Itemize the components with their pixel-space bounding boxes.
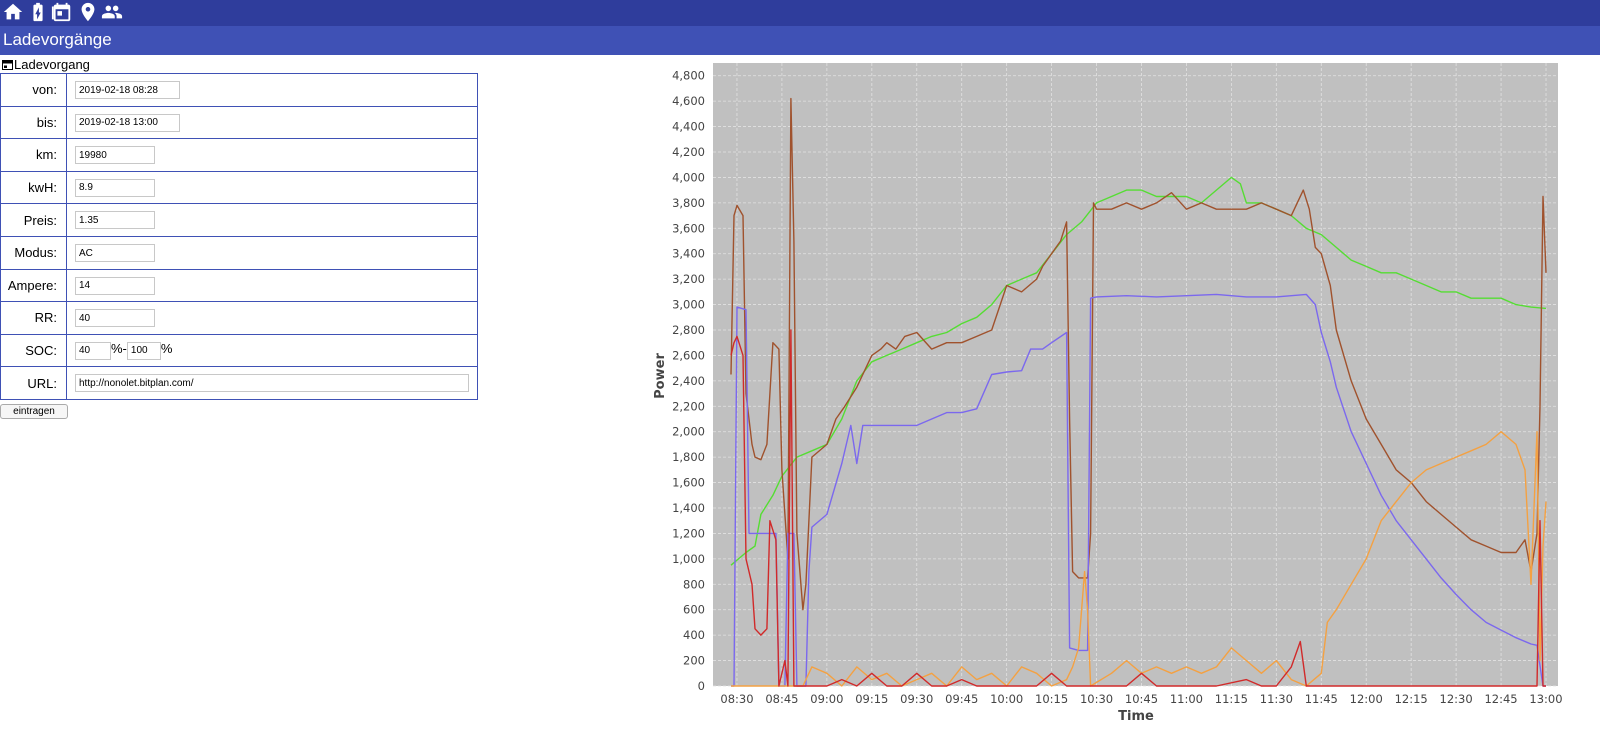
x-tick-label: 08:30 [720, 692, 753, 706]
section-label: Ladevorgang [14, 57, 90, 72]
people-icon[interactable] [101, 1, 123, 23]
x-tick-label: 10:00 [990, 692, 1023, 706]
modus-input[interactable] [75, 244, 155, 263]
y-tick-label: 2,000 [672, 425, 705, 439]
form-row-bis: bis: [0, 105, 478, 140]
y-tick-labels: 0 200 400 600 800 1,000 1,200 1,400 1,600 1,800 2,… [672, 69, 705, 693]
x-tick-label: 11:45 [1305, 692, 1338, 706]
x-tick-label: 12:30 [1440, 692, 1473, 706]
y-tick-label: 3,000 [672, 298, 705, 312]
form-row-km: km: [0, 138, 478, 172]
y-tick-label: 4,400 [672, 120, 705, 134]
ampere-input[interactable] [75, 276, 155, 295]
home-icon[interactable] [2, 1, 24, 23]
km-label: km: [0, 138, 67, 172]
form-row-soc: SOC: %-% [0, 333, 478, 368]
y-tick-label: 1,000 [672, 552, 705, 566]
power-chart: 0 200 400 600 800 1,000 1,200 1,400 1,600 1,800 2,… [653, 63, 1563, 724]
y-tick-label: 400 [683, 628, 705, 642]
calendar-icon[interactable] [51, 1, 73, 23]
x-tick-label: 13:00 [1529, 692, 1562, 706]
form-row-ampere: Ampere: [0, 268, 478, 303]
bis-label: bis: [0, 105, 67, 140]
charging-form: von: bis: km: kwH: Preis: Modus: Ampere:… [0, 73, 478, 400]
kwh-input[interactable] [75, 178, 155, 197]
map-marker-icon[interactable] [77, 1, 99, 23]
x-tick-label: 11:30 [1260, 692, 1293, 706]
y-tick-label: 800 [683, 577, 705, 591]
form-row-rr: RR: [0, 301, 478, 335]
x-tick-label: 12:45 [1484, 692, 1517, 706]
battery-icon[interactable] [27, 1, 49, 23]
soc-to-input[interactable] [126, 341, 161, 360]
y-tick-label: 0 [698, 679, 705, 693]
rr-label: RR: [0, 301, 67, 335]
x-tick-label: 08:45 [765, 692, 798, 706]
x-tick-label: 11:00 [1170, 692, 1203, 706]
von-input[interactable] [75, 81, 180, 100]
y-tick-label: 1,600 [672, 476, 705, 490]
url-input[interactable] [75, 374, 469, 393]
y-tick-label: 1,800 [672, 450, 705, 464]
x-tick-label: 09:30 [900, 692, 933, 706]
plot-area [713, 63, 1558, 686]
x-tick-label: 09:00 [810, 692, 843, 706]
y-tick-label: 3,200 [672, 272, 705, 286]
soc-percent-suffix: % [160, 341, 173, 357]
modus-label: Modus: [0, 235, 67, 270]
y-tick-label: 2,400 [672, 374, 705, 388]
y-tick-label: 200 [683, 654, 705, 668]
soc-label: SOC: [0, 333, 67, 368]
soc-from-input[interactable] [75, 341, 111, 360]
x-tick-labels: 08:30 08:45 09:00 09:15 09:30 09:45 10:00 10:15… [720, 692, 1562, 706]
y-tick-label: 1,200 [672, 526, 705, 540]
x-tick-label: 12:15 [1395, 692, 1428, 706]
kwh-label: kwH: [0, 170, 67, 205]
y-tick-label: 2,800 [672, 323, 705, 337]
x-tick-label: 11:15 [1215, 692, 1248, 706]
von-label: von: [0, 73, 67, 107]
y-tick-label: 3,800 [672, 196, 705, 210]
form-row-von: von: [0, 73, 478, 107]
form-section-title: Ladevorgang [2, 57, 90, 73]
bis-input[interactable] [75, 113, 180, 132]
x-tick-label: 10:45 [1125, 692, 1158, 706]
top-nav-bar [0, 0, 1600, 26]
x-tick-label: 10:15 [1035, 692, 1068, 706]
x-tick-label: 12:00 [1350, 692, 1383, 706]
y-tick-label: 2,600 [672, 348, 705, 362]
y-tick-label: 2,200 [672, 399, 705, 413]
form-row-preis: Preis: [0, 203, 478, 237]
y-tick-label: 3,400 [672, 247, 705, 261]
y-tick-label: 3,600 [672, 221, 705, 235]
form-row-url: URL: [0, 366, 478, 400]
y-axis-label: Power [653, 353, 668, 399]
url-label: URL: [0, 366, 67, 400]
x-tick-label: 09:45 [945, 692, 978, 706]
y-tick-label: 1,400 [672, 501, 705, 515]
preis-input[interactable] [75, 211, 155, 230]
preis-label: Preis: [0, 203, 67, 237]
page-title: Ladevorgänge [3, 30, 112, 49]
y-tick-label: 4,800 [672, 69, 705, 83]
y-tick-label: 4,600 [672, 94, 705, 108]
calendar-small-icon [2, 60, 13, 70]
soc-separator: %- [111, 341, 127, 357]
y-tick-label: 600 [683, 603, 705, 617]
form-row-kwh: kwH: [0, 170, 478, 205]
km-input[interactable] [75, 146, 155, 165]
y-tick-label: 4,200 [672, 145, 705, 159]
form-row-modus: Modus: [0, 235, 478, 270]
y-tick-label: 4,000 [672, 170, 705, 184]
eintragen-button[interactable]: eintragen [0, 404, 68, 419]
x-axis-label: Time [1118, 709, 1154, 724]
header-bar: Ladevorgänge [0, 26, 1600, 55]
rr-input[interactable] [75, 309, 155, 328]
x-tick-label: 09:15 [855, 692, 888, 706]
ampere-label: Ampere: [0, 268, 67, 303]
x-tick-label: 10:30 [1080, 692, 1113, 706]
